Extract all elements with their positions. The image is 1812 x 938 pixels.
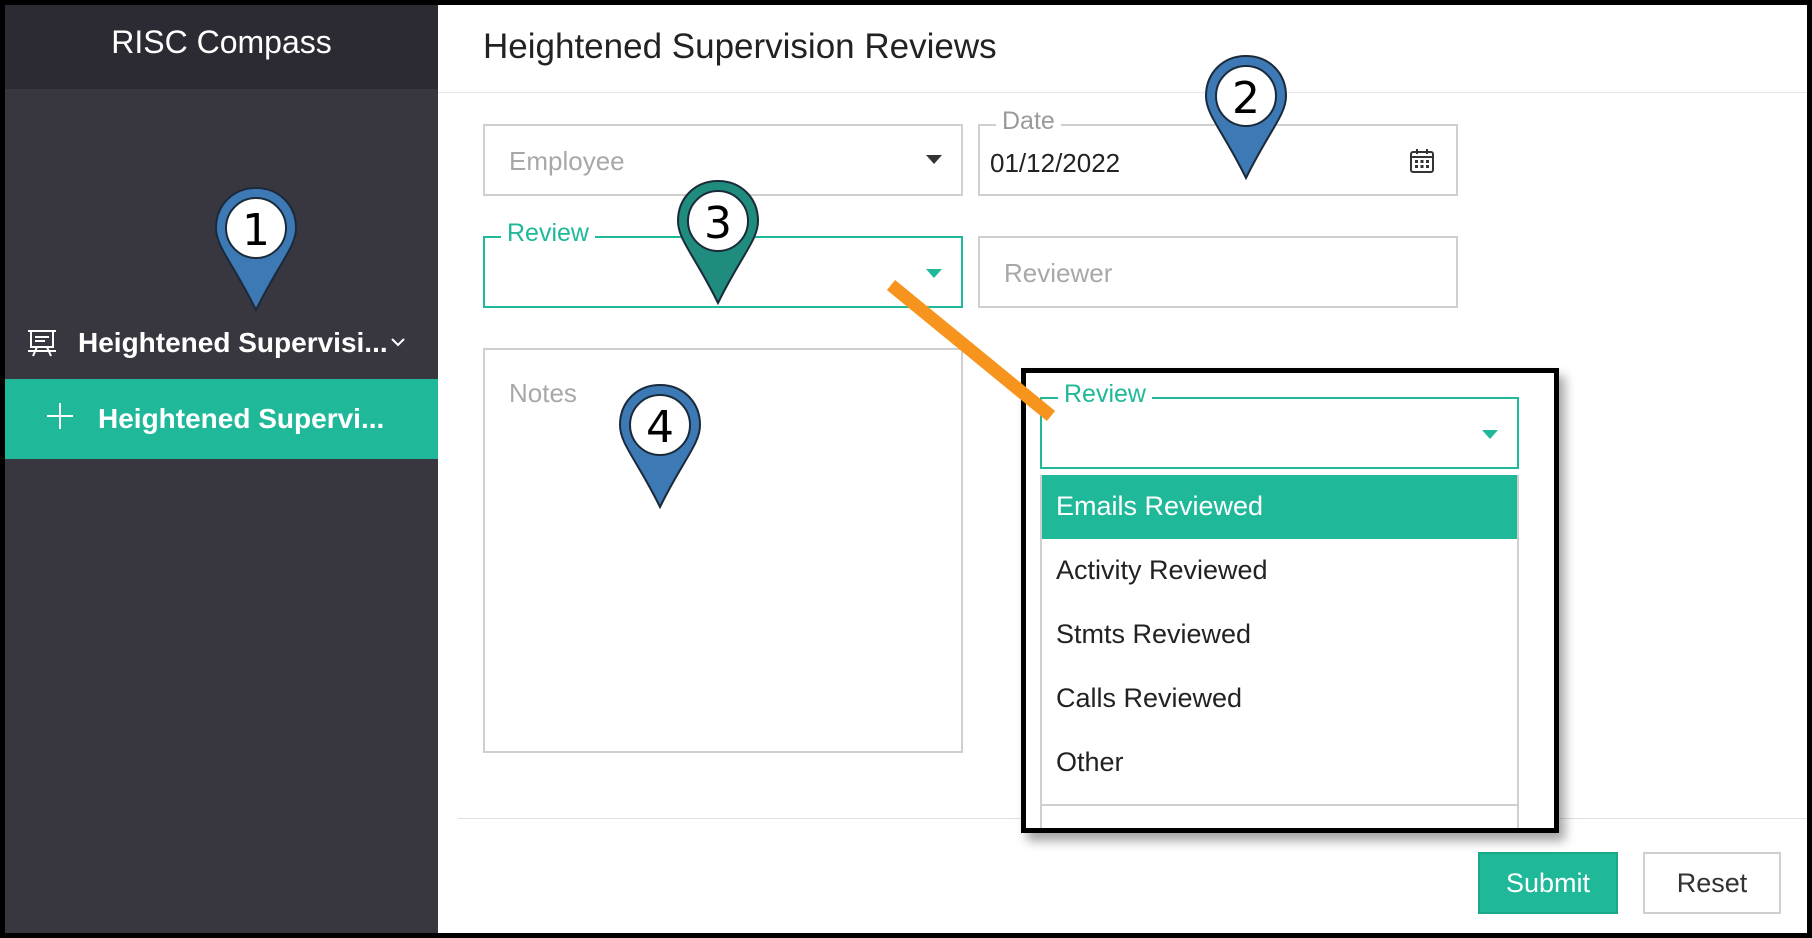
calendar-icon[interactable] [1408, 147, 1436, 175]
option-calls-reviewed[interactable]: Calls Reviewed [1042, 667, 1517, 731]
notes-textarea[interactable]: Notes [483, 348, 963, 753]
page-title: Heightened Supervision Reviews [483, 27, 997, 66]
reviewer-input[interactable]: Reviewer [978, 236, 1458, 308]
dropdown-caret-icon [1482, 430, 1498, 439]
submit-button[interactable]: Submit [1478, 852, 1618, 914]
employee-placeholder: Employee [509, 146, 625, 176]
notes-placeholder: Notes [509, 378, 577, 408]
sidebar-group-heightened-supervision[interactable]: Heightened Supervisi... [5, 315, 438, 371]
chevron-down-icon[interactable] [388, 332, 408, 352]
list-divider [1042, 804, 1517, 806]
app-window: RISC Compass Heightened Supervisi... Hei… [5, 5, 1807, 933]
marker-pin-3: 3 [673, 178, 763, 308]
dropdown-caret-icon [926, 269, 942, 278]
review-options-list: Emails Reviewed Activity Reviewed Stmts … [1040, 475, 1519, 828]
date-label: Date [996, 107, 1061, 136]
marker-number: 1 [242, 205, 270, 256]
marker-number: 3 [704, 198, 732, 249]
marker-pin-1: 1 [211, 185, 301, 315]
marker-number: 4 [646, 402, 674, 453]
option-activity-reviewed[interactable]: Activity Reviewed [1042, 539, 1517, 603]
reset-button[interactable]: Reset [1643, 852, 1781, 914]
sidebar-item-label: Heightened Supervi... [98, 403, 385, 434]
marker-pin-2: 2 [1201, 53, 1291, 183]
reviewer-placeholder: Reviewer [1004, 258, 1113, 288]
marker-number: 2 [1232, 73, 1260, 124]
plus-icon [47, 403, 73, 429]
sidebar-item-heightened-supervision-reviews[interactable]: Heightened Supervi... [5, 379, 438, 459]
title-divider [438, 92, 1807, 93]
option-other[interactable]: Other [1042, 731, 1517, 795]
option-emails-reviewed[interactable]: Emails Reviewed [1042, 475, 1517, 539]
presentation-board-icon [28, 330, 56, 357]
review-dropdown-callout: Review Emails Reviewed Activity Reviewed… [1021, 368, 1559, 833]
dropdown-caret-icon [926, 155, 942, 164]
callout-review-select[interactable]: Review [1040, 380, 1519, 469]
brand-title: RISC Compass [5, 5, 438, 89]
callout-review-label: Review [1058, 380, 1152, 409]
option-stmts-reviewed[interactable]: Stmts Reviewed [1042, 603, 1517, 667]
sidebar: RISC Compass Heightened Supervisi... Hei… [5, 5, 438, 933]
date-value: 01/12/2022 [990, 148, 1121, 178]
marker-pin-4: 4 [615, 382, 705, 512]
sidebar-group-label: Heightened Supervisi... [78, 327, 388, 358]
review-label: Review [501, 219, 595, 248]
